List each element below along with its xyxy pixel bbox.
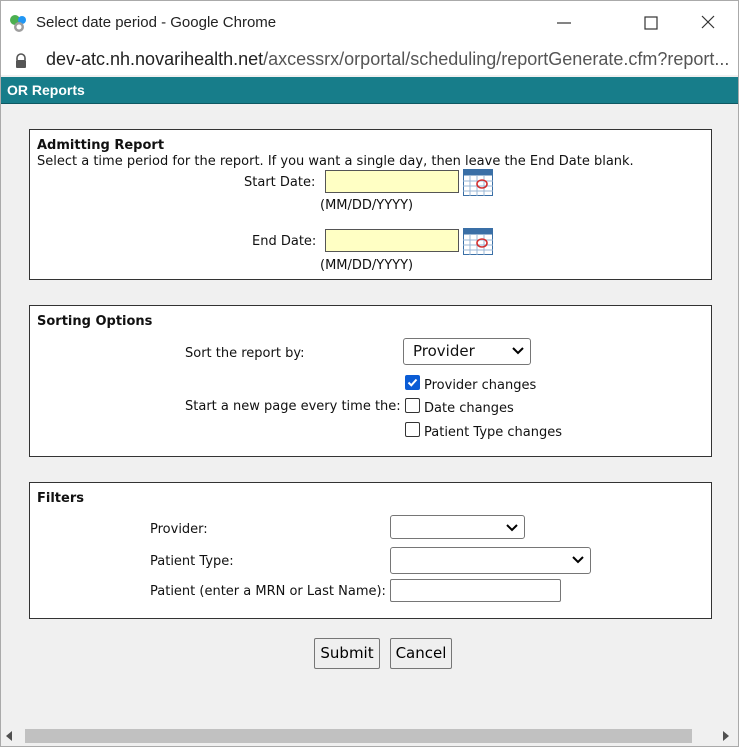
sort-by-label: Sort the report by: xyxy=(185,346,305,361)
provider-filter-label: Provider: xyxy=(150,522,208,537)
cancel-button[interactable]: Cancel xyxy=(390,638,452,669)
start-date-format-hint: (MM/DD/YYYY) xyxy=(320,198,414,213)
sort-by-value: Provider xyxy=(413,342,475,360)
url-host: dev-atc.nh.novarihealth.net xyxy=(46,49,264,69)
patient-type-changes-checkbox[interactable] xyxy=(405,422,420,437)
chrome-app-icon xyxy=(10,15,26,32)
chevron-down-icon xyxy=(572,556,584,564)
maximize-icon xyxy=(644,16,658,30)
provider-changes-label: Provider changes xyxy=(424,378,537,393)
checkmark-icon xyxy=(407,378,418,387)
end-date-input[interactable] xyxy=(325,229,459,252)
close-icon xyxy=(701,15,715,29)
calendar-icon[interactable] xyxy=(463,169,493,196)
title-bar: Select date period - Google Chrome xyxy=(1,1,738,45)
end-date-label: End Date: xyxy=(252,234,317,249)
scrollbar-thumb[interactable] xyxy=(25,729,692,743)
provider-changes-checkbox[interactable] xyxy=(405,375,420,390)
start-date-input[interactable] xyxy=(325,170,459,193)
admitting-instructions: Select a time period for the report. If … xyxy=(37,154,634,169)
filters-panel: Filters Provider: Patient Type: Patient … xyxy=(29,482,712,619)
patient-search-input[interactable] xyxy=(390,579,561,602)
admitting-report-title: Admitting Report xyxy=(37,138,165,153)
patient-type-changes-label: Patient Type changes xyxy=(424,425,563,440)
maximize-button[interactable] xyxy=(625,9,671,37)
minimize-button[interactable] xyxy=(551,9,597,37)
url-text[interactable]: dev-atc.nh.novarihealth.net/axcessrx/orp… xyxy=(46,49,729,70)
new-page-label: Start a new page every time the: xyxy=(185,399,401,414)
lock-icon xyxy=(16,53,26,68)
patient-type-filter-select[interactable] xyxy=(390,547,591,574)
patient-filter-label: Patient (enter a MRN or Last Name): xyxy=(150,584,386,599)
filters-title: Filters xyxy=(37,491,84,506)
browser-window: Select date period - Google Chrome dev-a… xyxy=(0,0,739,747)
scroll-left-icon[interactable] xyxy=(5,731,13,741)
scroll-right-icon[interactable] xyxy=(722,731,730,741)
page-title: OR Reports xyxy=(7,82,85,98)
sorting-options-title: Sorting Options xyxy=(37,314,153,329)
patient-type-filter-label: Patient Type: xyxy=(150,554,234,569)
chevron-down-icon xyxy=(512,347,524,355)
address-bar[interactable]: dev-atc.nh.novarihealth.net/axcessrx/orp… xyxy=(1,45,738,75)
dialog-content: Admitting Report Select a time period fo… xyxy=(1,104,738,726)
submit-button[interactable]: Submit xyxy=(314,638,380,669)
sorting-options-panel: Sorting Options Sort the report by: Prov… xyxy=(29,305,712,457)
date-changes-checkbox[interactable] xyxy=(405,398,420,413)
admitting-report-panel: Admitting Report Select a time period fo… xyxy=(29,129,712,280)
close-button[interactable] xyxy=(685,9,731,37)
minimize-icon xyxy=(557,22,571,24)
date-changes-label: Date changes xyxy=(424,401,514,416)
horizontal-scrollbar[interactable] xyxy=(1,726,738,746)
sort-by-select[interactable]: Provider xyxy=(403,338,531,365)
window-title: Select date period - Google Chrome xyxy=(36,14,277,31)
provider-filter-select[interactable] xyxy=(390,515,525,539)
end-date-format-hint: (MM/DD/YYYY) xyxy=(320,258,414,273)
start-date-label: Start Date: xyxy=(244,175,316,190)
url-path: /axcessrx/orportal/scheduling/reportGene… xyxy=(263,49,730,69)
chevron-down-icon xyxy=(506,524,518,532)
app-header: OR Reports xyxy=(1,77,738,104)
calendar-icon[interactable] xyxy=(463,228,493,255)
